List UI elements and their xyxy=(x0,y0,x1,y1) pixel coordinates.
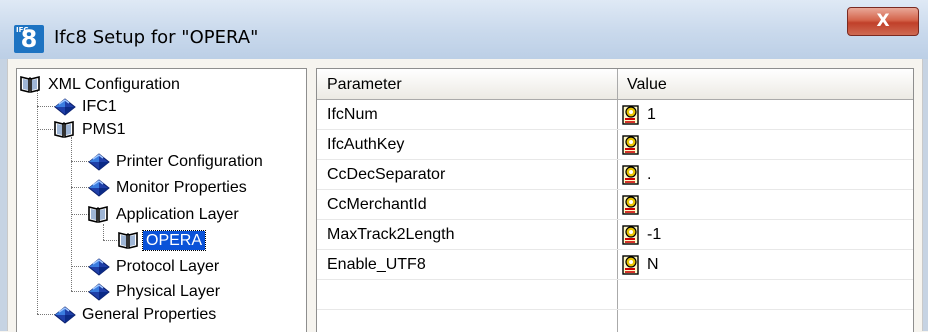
tree-item-label: General Properties xyxy=(82,305,217,323)
column-header-parameter[interactable]: Parameter xyxy=(317,69,617,99)
parameter-cell: IfcAuthKey xyxy=(327,136,405,153)
parameter-grid[interactable]: Parameter Value IfcNum 1 IfcAuthKey CcDecSe… xyxy=(316,68,914,332)
close-button[interactable]: X xyxy=(847,7,919,36)
blue-diamond-icon xyxy=(53,96,76,116)
blue-diamond-icon xyxy=(87,151,110,171)
tree-item-label: Physical Layer xyxy=(116,282,221,300)
edit-pencil-icon[interactable] xyxy=(621,104,641,126)
table-row[interactable]: IfcAuthKey xyxy=(317,129,913,160)
edit-pencil-icon[interactable] xyxy=(621,194,641,216)
config-tree[interactable]: XML Configuration IFC1 PMS1 Printer Configu… xyxy=(16,68,307,332)
edit-pencil-icon[interactable] xyxy=(621,254,641,276)
tree-item-ifc1[interactable]: IFC1 xyxy=(53,95,120,117)
tree-item-application-layer[interactable]: Application Layer xyxy=(87,203,242,225)
parameter-cell: MaxTrack2Length xyxy=(327,226,455,243)
parameter-cell: CcMerchantId xyxy=(327,196,427,213)
tree-item-pms1[interactable]: PMS1 xyxy=(53,118,129,140)
book-open-icon xyxy=(19,74,41,94)
value-text: N xyxy=(647,255,659,273)
window-titlebar: IFC 8 Ifc8 Setup for "OPERA" X xyxy=(0,0,928,59)
value-cell[interactable]: -1 xyxy=(621,219,661,250)
tree-item-label: IFC1 xyxy=(82,97,117,115)
parameter-cell: CcDecSeparator xyxy=(327,166,446,183)
tree-item-label: Monitor Properties xyxy=(116,178,247,196)
edit-pencil-icon[interactable] xyxy=(621,164,641,186)
window-frame-left xyxy=(0,59,7,331)
blue-diamond-icon xyxy=(87,281,110,301)
value-text: -1 xyxy=(647,225,662,243)
tree-item-monitor-properties[interactable]: Monitor Properties xyxy=(87,176,250,198)
edit-pencil-icon[interactable] xyxy=(621,134,641,156)
value-cell[interactable]: . xyxy=(621,159,651,190)
blue-diamond-icon xyxy=(87,177,110,197)
value-text: . xyxy=(647,165,652,183)
value-cell[interactable] xyxy=(621,129,647,160)
table-row-empty xyxy=(317,279,913,310)
value-cell[interactable]: N xyxy=(621,249,659,280)
tree-item-label: Printer Configuration xyxy=(116,152,263,170)
tree-item-label: PMS1 xyxy=(82,120,126,138)
tree-item-protocol-layer[interactable]: Protocol Layer xyxy=(87,255,222,277)
window-title: Ifc8 Setup for "OPERA" xyxy=(54,27,259,48)
tree-item-opera[interactable]: OPERA xyxy=(117,229,207,251)
book-open-icon xyxy=(87,204,109,224)
table-row[interactable]: IfcNum 1 xyxy=(317,99,913,130)
value-cell[interactable]: 1 xyxy=(621,99,656,130)
blue-diamond-icon xyxy=(53,304,76,324)
parameter-cell: Enable_UTF8 xyxy=(327,256,426,273)
edit-pencil-icon[interactable] xyxy=(621,224,641,246)
table-row[interactable]: CcDecSeparator. xyxy=(317,159,913,190)
tree-item-printer-configuration[interactable]: Printer Configuration xyxy=(87,150,266,172)
grid-header: Parameter Value xyxy=(317,69,913,100)
tree-item-label: OPERA xyxy=(141,229,207,251)
app-icon-caption: IFC xyxy=(16,26,29,34)
tree-item-label: XML Configuration xyxy=(48,75,180,93)
tree-item-label: Application Layer xyxy=(116,205,239,223)
value-cell[interactable] xyxy=(621,189,647,220)
tree-item-xml-configuration[interactable]: XML Configuration xyxy=(19,73,183,95)
app-icon: IFC 8 xyxy=(14,25,44,53)
table-row[interactable]: Enable_UTF8 N xyxy=(317,249,913,280)
table-row[interactable]: MaxTrack2Length -1 xyxy=(317,219,913,250)
table-row[interactable]: CcMerchantId xyxy=(317,189,913,220)
value-text: 1 xyxy=(647,105,656,123)
blue-diamond-icon xyxy=(87,256,110,276)
table-row-empty xyxy=(317,309,913,332)
book-open-icon xyxy=(53,119,75,139)
column-header-value[interactable]: Value xyxy=(617,69,913,99)
parameter-cell: IfcNum xyxy=(327,106,378,123)
book-open-icon xyxy=(117,230,139,250)
tree-item-label: Protocol Layer xyxy=(116,257,220,275)
tree-item-general-properties[interactable]: General Properties xyxy=(53,303,219,325)
tree-item-physical-layer[interactable]: Physical Layer xyxy=(87,280,223,302)
